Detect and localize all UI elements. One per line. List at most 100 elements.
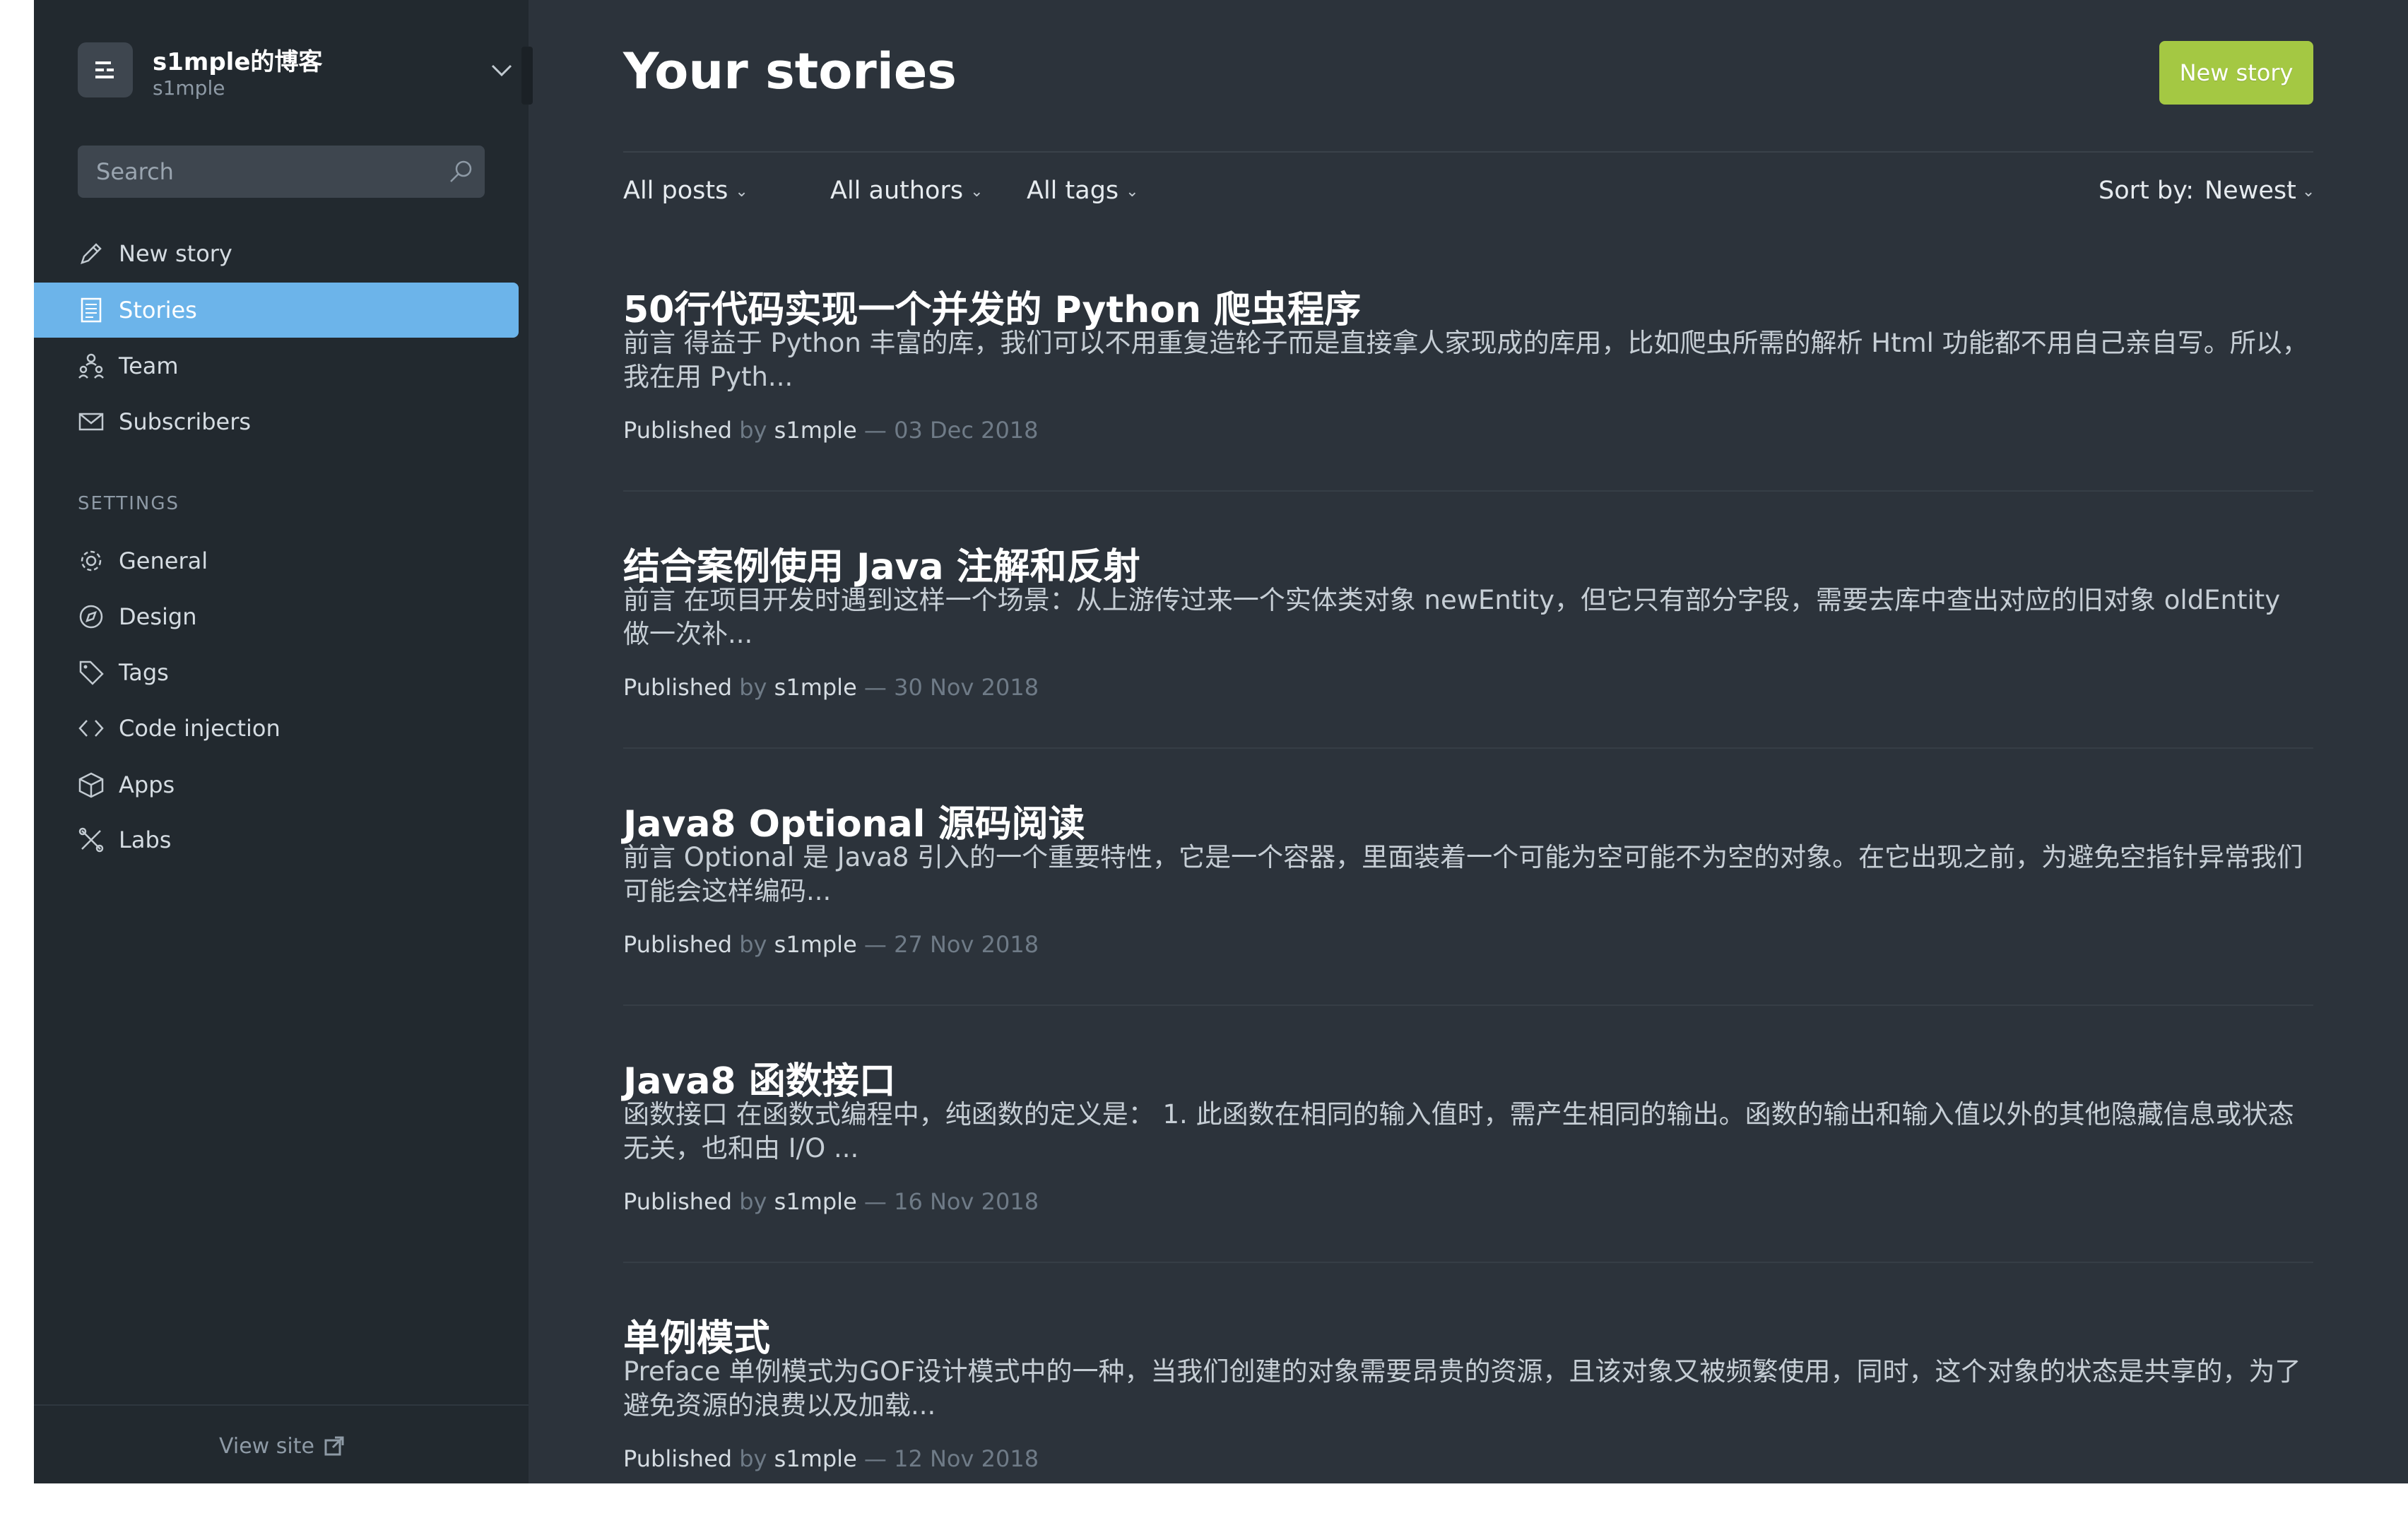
post-status: Published [623,417,733,444]
chevron-down-icon[interactable] [490,64,513,78]
post-item[interactable]: Java8 函数接口 函数接口 在函数式编程中，纯函数的定义是： 1. 此函数在… [623,1051,2313,1308]
filter-posts-label: All posts [623,177,728,205]
post-by: by [739,931,767,958]
mail-icon [78,413,104,431]
box-icon [78,772,104,798]
filter-posts-dropdown[interactable]: All posts ⌄ [623,177,748,205]
post-date: — 12 Nov 2018 [863,1445,1039,1472]
chevron-down-icon: ⌄ [1126,183,1139,201]
sort-dropdown[interactable]: Newest ⌄ [2205,177,2315,205]
settings-heading: SETTINGS [78,493,180,514]
sidebar-item-code-injection[interactable]: Code injection [34,701,519,756]
sidebar-item-label: Design [119,603,197,630]
post-author: s1mple [774,674,857,701]
sidebar: s1mple的博客 s1mple New story [34,0,533,1483]
post-author: s1mple [774,931,857,958]
post-meta: Published by s1mple — 12 Nov 2018 [623,1445,1039,1472]
sidebar-item-label: New story [119,240,232,267]
blog-title: s1mple的博客 [153,48,323,76]
post-date: — 27 Nov 2018 [863,931,1039,958]
post-excerpt: 函数接口 在函数式编程中，纯函数的定义是： 1. 此函数在相同的输入值时，需产生… [623,1099,2294,1163]
post-status: Published [623,931,733,958]
chevron-down-icon: ⌄ [2301,183,2315,201]
sidebar-item-subscribers[interactable]: Subscribers [34,394,519,449]
code-icon [78,720,104,737]
sidebar-item-design[interactable]: Design [34,589,519,644]
post-excerpt: Preface 单例模式为GOF设计模式中的一种，当我们创建的对象需要昂贵的资源… [623,1356,2301,1421]
post-author: s1mple [774,1188,857,1215]
post-meta: Published by s1mple — 30 Nov 2018 [623,674,1039,701]
tools-icon [78,827,104,853]
post-status: Published [623,674,733,701]
page-title: Your stories [623,42,957,100]
search-input[interactable] [78,146,449,198]
post-excerpt: 前言 在项目开发时遇到这样一个场景：从上游传过来一个实体类对象 newEntit… [623,585,2281,649]
sidebar-item-label: Subscribers [119,408,252,435]
post-divider [623,1262,2313,1263]
post-by: by [739,1188,767,1215]
filter-authors-dropdown[interactable]: All authors ⌄ [830,177,984,205]
tag-icon [79,660,104,685]
main-content: Your stories New story All posts ⌄ All au… [529,0,2408,1483]
post-date: — 16 Nov 2018 [863,1188,1039,1215]
sidebar-item-new-story[interactable]: New story [34,226,519,281]
view-site-link[interactable]: View site [219,1434,314,1459]
admin-app: s1mple的博客 s1mple New story [34,0,2408,1483]
post-status: Published [623,1445,733,1472]
chevron-down-icon: ⌄ [970,183,984,201]
gear-icon [81,550,102,571]
post-title[interactable]: 结合案例使用 Java 注解和反射 [623,537,1140,590]
header-divider [623,151,2313,153]
post-item[interactable]: Java8 Optional 源码阅读 前言 Optional 是 Java8 … [623,794,2313,1051]
sidebar-item-stories[interactable]: Stories [34,283,519,338]
search-icon[interactable] [448,158,475,185]
post-title[interactable]: Java8 函数接口 [623,1051,896,1104]
sort-label: Sort by: [2099,177,2195,205]
sidebar-item-label: Code injection [119,715,281,742]
sidebar-item-apps[interactable]: Apps [34,757,519,812]
post-author: s1mple [774,417,857,444]
post-item[interactable]: 结合案例使用 Java 注解和反射 前言 在项目开发时遇到这样一个场景：从上游传… [623,537,2313,794]
sidebar-item-label: General [119,547,208,574]
post-excerpt: 前言 Optional 是 Java8 引入的一个重要特性，它是一个容器，里面装… [623,842,2303,906]
sidebar-item-label: Stories [119,297,197,324]
pencil-icon [81,243,102,264]
post-by: by [739,417,767,444]
search-box [78,146,485,198]
sidebar-item-labs[interactable]: Labs [34,812,519,867]
filter-tags-label: All tags [1027,177,1119,205]
filter-authors-label: All authors [830,177,964,205]
compass-icon [79,605,103,629]
post-divider [623,490,2313,492]
sidebar-item-label: Tags [119,659,169,686]
post-title[interactable]: 单例模式 [623,1308,770,1361]
post-meta: Published by s1mple — 03 Dec 2018 [623,417,1039,444]
post-divider [623,747,2313,749]
sidebar-item-tags[interactable]: Tags [34,645,519,700]
post-title[interactable]: Java8 Optional 源码阅读 [623,794,1085,847]
post-meta: Published by s1mple — 16 Nov 2018 [623,1188,1039,1215]
document-icon [81,297,102,323]
post-status: Published [623,1188,733,1215]
sidebar-item-label: Apps [119,771,175,798]
sidebar-item-general[interactable]: General [34,533,519,588]
blog-switcher[interactable]: s1mple的博客 s1mple [78,42,512,100]
chevron-down-icon: ⌄ [735,183,748,201]
sort-value: Newest [2205,177,2296,205]
blog-username: s1mple [153,76,225,100]
external-link-icon[interactable] [324,1435,345,1457]
post-item[interactable]: 单例模式 Preface 单例模式为GOF设计模式中的一种，当我们创建的对象需要… [623,1308,2313,1483]
filter-tags-dropdown[interactable]: All tags ⌄ [1027,177,1139,205]
new-story-button[interactable]: New story [2159,41,2313,105]
post-author: s1mple [774,1445,857,1472]
post-title[interactable]: 50行代码实现一个并发的 Python 爬虫程序 [623,280,1361,333]
post-date: — 03 Dec 2018 [863,417,1039,444]
sidebar-item-label: Team [119,352,179,379]
sidebar-item-team[interactable]: Team [34,338,519,393]
post-divider [623,1005,2313,1006]
team-icon [78,353,104,379]
post-by: by [739,1445,767,1472]
sidebar-footer: View site [34,1404,529,1483]
post-by: by [739,674,767,701]
post-item[interactable]: 50行代码实现一个并发的 Python 爬虫程序 前言 得益于 Python 丰… [623,280,2313,537]
